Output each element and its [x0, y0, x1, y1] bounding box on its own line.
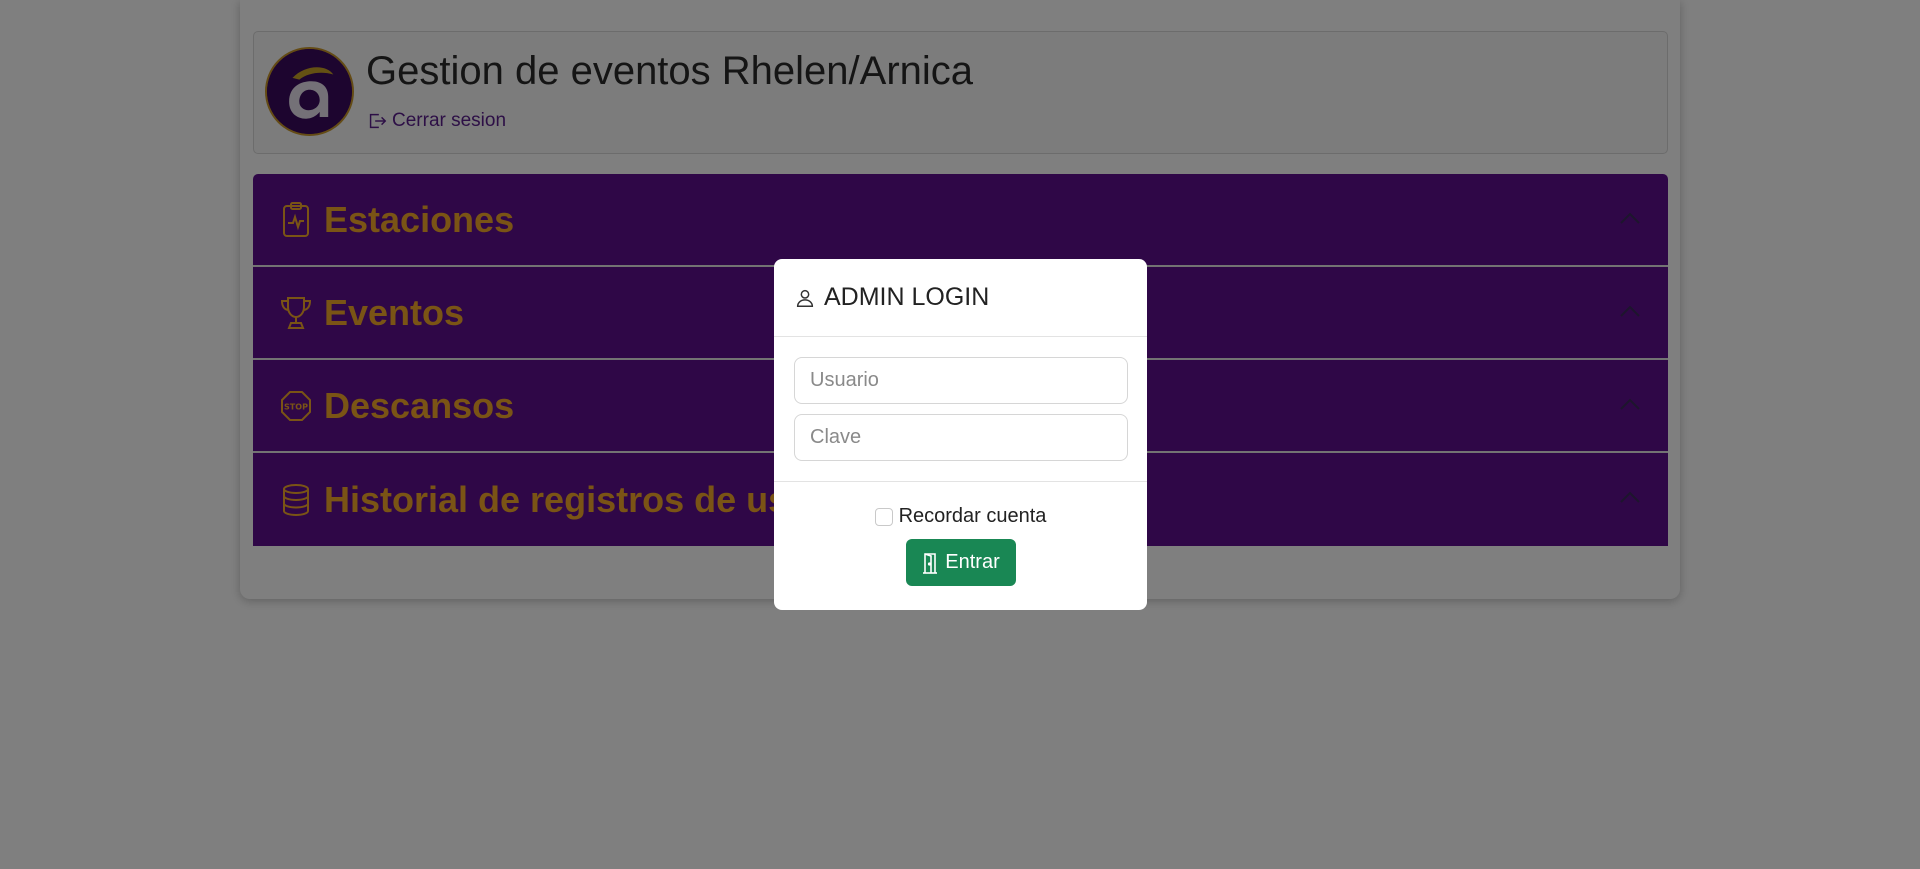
modal-header: ADMIN LOGIN: [774, 259, 1147, 337]
username-input[interactable]: [794, 357, 1128, 404]
modal-body: [774, 337, 1147, 482]
admin-login-modal: ADMIN LOGIN Recordar cuenta Entrar: [774, 259, 1147, 610]
enter-button[interactable]: Entrar: [905, 539, 1016, 586]
modal-title: ADMIN LOGIN: [824, 283, 990, 311]
door-icon: [923, 552, 938, 574]
remember-account[interactable]: Recordar cuenta: [874, 505, 1047, 528]
remember-checkbox[interactable]: [874, 507, 893, 526]
remember-label: Recordar cuenta: [898, 505, 1047, 527]
user-icon: [796, 289, 814, 307]
enter-label: Entrar: [945, 551, 1000, 573]
password-input[interactable]: [794, 414, 1128, 461]
modal-footer: Recordar cuenta Entrar: [774, 482, 1147, 586]
